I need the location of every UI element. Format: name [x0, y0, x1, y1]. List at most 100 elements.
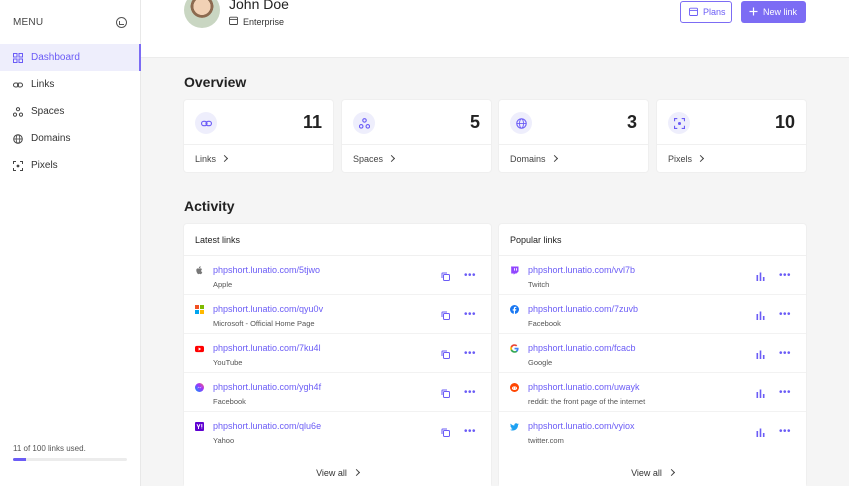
card-label: Pixels: [668, 153, 693, 164]
link-title: Microsoft - Official Home Page: [213, 319, 315, 328]
pixel-icon: [13, 160, 23, 171]
stats-icon[interactable]: [755, 310, 765, 320]
more-options-icon[interactable]: •••: [779, 388, 791, 398]
sidebar-toggle-icon[interactable]: [116, 16, 127, 28]
more-options-icon[interactable]: •••: [464, 388, 476, 398]
user-plan: Enterprise: [229, 16, 284, 27]
page-header: John Doe Enterprise Plans New link: [141, 0, 849, 58]
short-link-url[interactable]: phpshort.lunatio.com/qlu6e: [213, 421, 321, 431]
sidebar-item-label: Links: [31, 79, 55, 90]
sidebar-item-label: Pixels: [31, 160, 58, 171]
link-title: Apple: [213, 280, 233, 289]
link-title: twitter.com: [528, 436, 564, 445]
calendar-icon: [229, 16, 238, 27]
more-options-icon[interactable]: •••: [464, 310, 476, 320]
view-all-label: View all: [631, 467, 662, 478]
stats-icon[interactable]: [755, 388, 765, 398]
messenger-icon: [195, 383, 204, 392]
more-options-icon[interactable]: •••: [779, 427, 791, 437]
copy-icon[interactable]: [440, 388, 450, 398]
popular-view-all-link[interactable]: View all: [499, 459, 806, 486]
table-row: phpshort.lunatio.com/fcacb Google •••: [499, 334, 806, 373]
table-row: phpshort.lunatio.com/vvl7b Twitch •••: [499, 256, 806, 295]
short-link-url[interactable]: phpshort.lunatio.com/7ku4l: [213, 343, 321, 353]
new-link-button[interactable]: New link: [741, 1, 806, 23]
card-label: Links: [195, 153, 217, 164]
facebook-icon: [510, 305, 519, 314]
reddit-icon: [510, 383, 519, 392]
link-title: Twitch: [528, 280, 550, 289]
pixels-count: 10: [774, 112, 795, 132]
plan-name: Enterprise: [243, 16, 285, 27]
chevron-right-icon: [667, 468, 675, 477]
short-link-url[interactable]: phpshort.lunatio.com/fcacb: [528, 343, 636, 353]
overview-title: Overview: [184, 74, 247, 90]
domains-card-link[interactable]: Domains: [499, 144, 648, 172]
yahoo-icon: [195, 422, 204, 431]
links-usage: 11 of 100 links used.: [13, 444, 127, 461]
twitter-icon: [510, 422, 519, 431]
chevron-right-icon: [352, 468, 360, 477]
apple-icon: [195, 266, 204, 275]
links-card-link[interactable]: Links: [184, 144, 333, 172]
latest-view-all-link[interactable]: View all: [184, 459, 491, 486]
link-title: YouTube: [213, 358, 243, 367]
sidebar-item-pixels[interactable]: Pixels: [0, 152, 140, 179]
copy-icon[interactable]: [440, 310, 450, 320]
sidebar-item-label: Dashboard: [31, 52, 80, 63]
sidebar-item-links[interactable]: Links: [0, 71, 140, 98]
new-link-button-label: New link: [763, 7, 798, 17]
card-label: Spaces: [353, 153, 384, 164]
latest-links-title: Latest links: [184, 224, 491, 256]
twitch-icon: [510, 266, 519, 275]
more-options-icon[interactable]: •••: [779, 310, 791, 320]
calendar-icon: [689, 7, 698, 18]
sidebar-item-label: Spaces: [31, 106, 65, 117]
plans-button-label: Plans: [703, 7, 726, 17]
spaces-card-link[interactable]: Spaces: [342, 144, 491, 172]
popular-links-title: Popular links: [499, 224, 806, 256]
link-title: Google: [528, 358, 553, 367]
copy-icon[interactable]: [440, 349, 450, 359]
sidebar-header: MENU: [0, 0, 140, 44]
short-link-url[interactable]: phpshort.lunatio.com/7zuvb: [528, 304, 638, 314]
table-row: phpshort.lunatio.com/vyiox twitter.com •…: [499, 412, 806, 451]
overview-card-links: 11 Links: [184, 100, 333, 172]
link-icon: [195, 112, 217, 134]
more-options-icon[interactable]: •••: [464, 271, 476, 281]
stats-icon[interactable]: [755, 271, 765, 281]
pixels-card-link[interactable]: Pixels: [657, 144, 806, 172]
more-options-icon[interactable]: •••: [779, 271, 791, 281]
usage-progress-fill: [13, 458, 26, 461]
spaces-icon: [13, 106, 23, 117]
link-title: Facebook: [213, 397, 246, 406]
more-options-icon[interactable]: •••: [464, 427, 476, 437]
sidebar-item-domains[interactable]: Domains: [0, 125, 140, 152]
short-link-url[interactable]: phpshort.lunatio.com/qyu0v: [213, 304, 323, 314]
sidebar-item-dashboard[interactable]: Dashboard: [0, 44, 141, 71]
spaces-count: 5: [469, 112, 480, 132]
more-options-icon[interactable]: •••: [464, 349, 476, 359]
domains-count: 3: [626, 112, 637, 132]
plans-button[interactable]: Plans: [680, 1, 732, 23]
short-link-url[interactable]: phpshort.lunatio.com/uwayk: [528, 382, 640, 392]
short-link-url[interactable]: phpshort.lunatio.com/ygh4f: [213, 382, 321, 392]
stats-icon[interactable]: [755, 349, 765, 359]
short-link-url[interactable]: phpshort.lunatio.com/vvl7b: [528, 265, 635, 275]
short-link-url[interactable]: phpshort.lunatio.com/vyiox: [528, 421, 635, 431]
copy-icon[interactable]: [440, 271, 450, 281]
usage-progress-bar: [13, 458, 127, 461]
menu-label: MENU: [13, 16, 44, 28]
short-link-url[interactable]: phpshort.lunatio.com/5tjwo: [213, 265, 320, 275]
sidebar-item-spaces[interactable]: Spaces: [0, 98, 140, 125]
microsoft-icon: [195, 305, 204, 314]
table-row: phpshort.lunatio.com/qlu6e Yahoo •••: [184, 412, 491, 451]
copy-icon[interactable]: [440, 427, 450, 437]
stats-icon[interactable]: [755, 427, 765, 437]
view-all-label: View all: [316, 467, 347, 478]
link-icon: [13, 80, 23, 90]
more-options-icon[interactable]: •••: [779, 349, 791, 359]
avatar[interactable]: [184, 0, 220, 28]
link-title: reddit: the front page of the internet: [528, 397, 646, 406]
pixel-icon: [668, 112, 690, 134]
